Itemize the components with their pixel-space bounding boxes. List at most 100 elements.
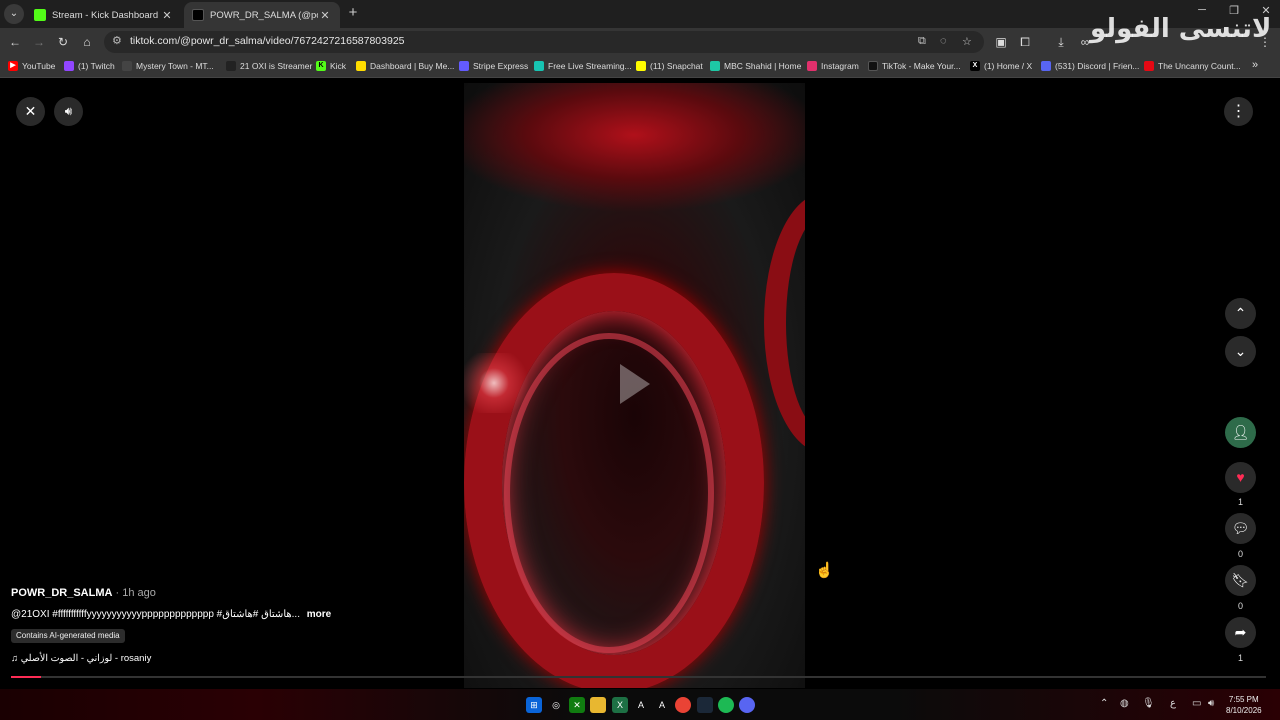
caption-body: @21OXI #fffffffffffyyyyyyyyyyypppppppppp… <box>11 609 300 620</box>
music-note-icon: ♫ <box>11 653 19 664</box>
tiktok-icon <box>192 9 204 21</box>
share-icon[interactable]: ➦ <box>1225 617 1256 648</box>
x-icon: X <box>970 61 980 71</box>
play-icon[interactable] <box>620 364 650 404</box>
bookmark-21oxi[interactable]: 21 OXI is Streamer <box>226 61 312 71</box>
close-player-button[interactable]: ✕ <box>16 97 45 126</box>
steam-icon[interactable] <box>697 697 713 713</box>
bookmark-tiktok[interactable]: TikTok - Make Your... <box>868 61 961 71</box>
comment-icon[interactable]: 💬︎ <box>1225 513 1256 544</box>
spotify-icon[interactable] <box>718 697 734 713</box>
heart-icon[interactable]: ♥ <box>1225 462 1256 493</box>
volume-icon[interactable]: 🔊︎ <box>1208 698 1214 709</box>
bookmark-x[interactable]: X (1) Home / X <box>970 61 1032 71</box>
red-dot-icon <box>226 61 236 71</box>
mouse-cursor-icon: ☝ <box>815 562 834 579</box>
close-icon[interactable]: ✕ <box>160 9 174 22</box>
folder-icon[interactable] <box>590 697 606 713</box>
shahid-icon <box>710 61 720 71</box>
bookmark-youtube[interactable]: ▶ YouTube <box>8 61 55 71</box>
like-count: 1 <box>1237 497 1243 507</box>
progress-bar[interactable] <box>11 676 1266 678</box>
bookmark-stripe[interactable]: Stripe Express <box>459 61 528 71</box>
bookmark-shahid[interactable]: MBC Shahid | Home <box>710 61 801 71</box>
avatar[interactable]: 👤︎ <box>1225 417 1256 448</box>
puzzle-icon[interactable]: ⧠ <box>1016 33 1034 51</box>
xbox-icon[interactable]: ✕ <box>569 697 585 713</box>
volume-button[interactable]: 🔊︎ <box>54 97 83 126</box>
bookmarks-overflow-button[interactable]: » <box>1252 59 1258 71</box>
bookmark-discord[interactable]: (531) Discord | Frien... <box>1041 61 1139 71</box>
font-alt-icon[interactable]: A <box>654 697 670 713</box>
bookmark-uncanny[interactable]: The Uncanny Count... <box>1144 61 1241 71</box>
author-username[interactable]: POWR_DR_SALMA · 1h ago <box>11 587 156 599</box>
clock[interactable]: 7:55 PM 8/10/2026 <box>1226 694 1262 716</box>
install-icon[interactable]: ⧉ <box>918 35 926 48</box>
kick-icon <box>34 9 46 21</box>
tab-bar: ⌄ Stream - Kick Dashboard ✕ POWR_DR_SALM… <box>0 0 1280 28</box>
more-link[interactable]: more <box>307 609 331 620</box>
mystery-town-icon <box>122 61 132 71</box>
discord-icon <box>1041 61 1051 71</box>
more-options-button[interactable]: ⋮ <box>1224 97 1253 126</box>
music-track[interactable]: ♫ لوزاني - الصوت الأصلي - rosaniy <box>11 653 151 664</box>
tab-tiktok[interactable]: POWR_DR_SALMA (@powr_dr_ ✕ <box>184 2 340 28</box>
star-icon[interactable]: ☆ <box>962 35 972 48</box>
bookmarks-bar: ▶ YouTube (1) Twitch Mystery Town - MT...… <box>0 56 1280 78</box>
close-icon[interactable]: ✕ <box>318 9 332 22</box>
tab-kick-dashboard[interactable]: Stream - Kick Dashboard ✕ <box>26 2 182 28</box>
bookmark-twitch[interactable]: (1) Twitch <box>64 61 115 71</box>
tab-title: POWR_DR_SALMA (@powr_dr_ <box>210 9 318 21</box>
network-icon[interactable]: ◍ <box>1120 698 1129 709</box>
uncanny-icon <box>1144 61 1154 71</box>
tab-title: Stream - Kick Dashboard <box>52 9 159 21</box>
microphone-icon[interactable]: 🎙︎ <box>1142 698 1155 709</box>
post-time: · 1h ago <box>112 587 156 599</box>
search-icon[interactable]: ◎ <box>548 697 564 713</box>
bookmark-mystery-town[interactable]: Mystery Town - MT... <box>122 61 214 71</box>
crystal-ring-inner <box>504 333 714 653</box>
bookmark-buy-me[interactable]: Dashboard | Buy Me... <box>356 61 454 71</box>
reload-icon[interactable]: ↻ <box>54 33 72 51</box>
coffee-icon <box>356 61 366 71</box>
comment-count: 0 <box>1237 549 1243 559</box>
site-info-icon[interactable]: ⚙ <box>112 34 122 47</box>
twitch-icon <box>64 61 74 71</box>
font-icon[interactable]: A <box>633 697 649 713</box>
bookmark-kick[interactable]: K Kick <box>316 61 346 71</box>
discord-icon[interactable] <box>739 697 755 713</box>
ai-generated-badge: Contains AI-generated media <box>11 629 125 643</box>
video-player-page: ✕ 🔊︎ ⋮ ⌃ ⌄ 👤︎ ♥ 1 💬︎ 0 🔖︎ 0 ➦ 1 ☝ <box>0 79 1280 689</box>
clock-time: 7:55 PM <box>1228 695 1259 704</box>
monitor-icon[interactable]: ▭ <box>1192 698 1201 709</box>
red-smoke <box>464 83 805 213</box>
chevron-up-icon[interactable]: ⌃ <box>1225 298 1256 329</box>
tab-search-button[interactable]: ⌄ <box>4 4 24 24</box>
bookmark-instagram[interactable]: Instagram <box>807 61 859 71</box>
save-count: 0 <box>1237 601 1243 611</box>
music-title: لوزاني - الصوت الأصلي - rosaniy <box>20 653 152 664</box>
streaming-icon <box>534 61 544 71</box>
video-caption: @21OXI #fffffffffffyyyyyyyyyyypppppppppp… <box>11 609 331 620</box>
start-icon[interactable]: ⊞ <box>526 697 542 713</box>
eye-off-icon[interactable]: ◌ <box>940 35 947 47</box>
chevron-down-icon[interactable]: ⌄ <box>1225 336 1256 367</box>
excel-icon[interactable]: X <box>612 697 628 713</box>
home-icon[interactable]: ⌂ <box>78 33 96 51</box>
forward-icon[interactable]: → <box>30 33 48 51</box>
clock-date: 8/10/2026 <box>1226 706 1262 715</box>
tiktok-icon <box>868 61 878 71</box>
bookmark-free-streaming[interactable]: Free Live Streaming... <box>534 61 632 71</box>
bookmark-icon[interactable]: 🔖︎ <box>1225 565 1256 596</box>
chevron-up-icon[interactable]: ⌃ <box>1100 698 1108 709</box>
download-icon[interactable]: ⤓ <box>1052 33 1070 51</box>
address-bar[interactable]: ⚙ tiktok.com/@powr_dr_salma/video/767242… <box>104 31 984 53</box>
bookmark-snapchat[interactable]: (11) Snapchat <box>636 61 703 71</box>
chrome-icon[interactable] <box>675 697 691 713</box>
back-icon[interactable]: ← <box>6 33 24 51</box>
light-flare <box>464 353 534 413</box>
new-tab-button[interactable]: + <box>344 4 362 22</box>
extension-icon[interactable]: ▣ <box>992 33 1010 51</box>
crystal-ring-right <box>764 193 805 453</box>
language-indicator[interactable]: ع <box>1170 698 1176 709</box>
